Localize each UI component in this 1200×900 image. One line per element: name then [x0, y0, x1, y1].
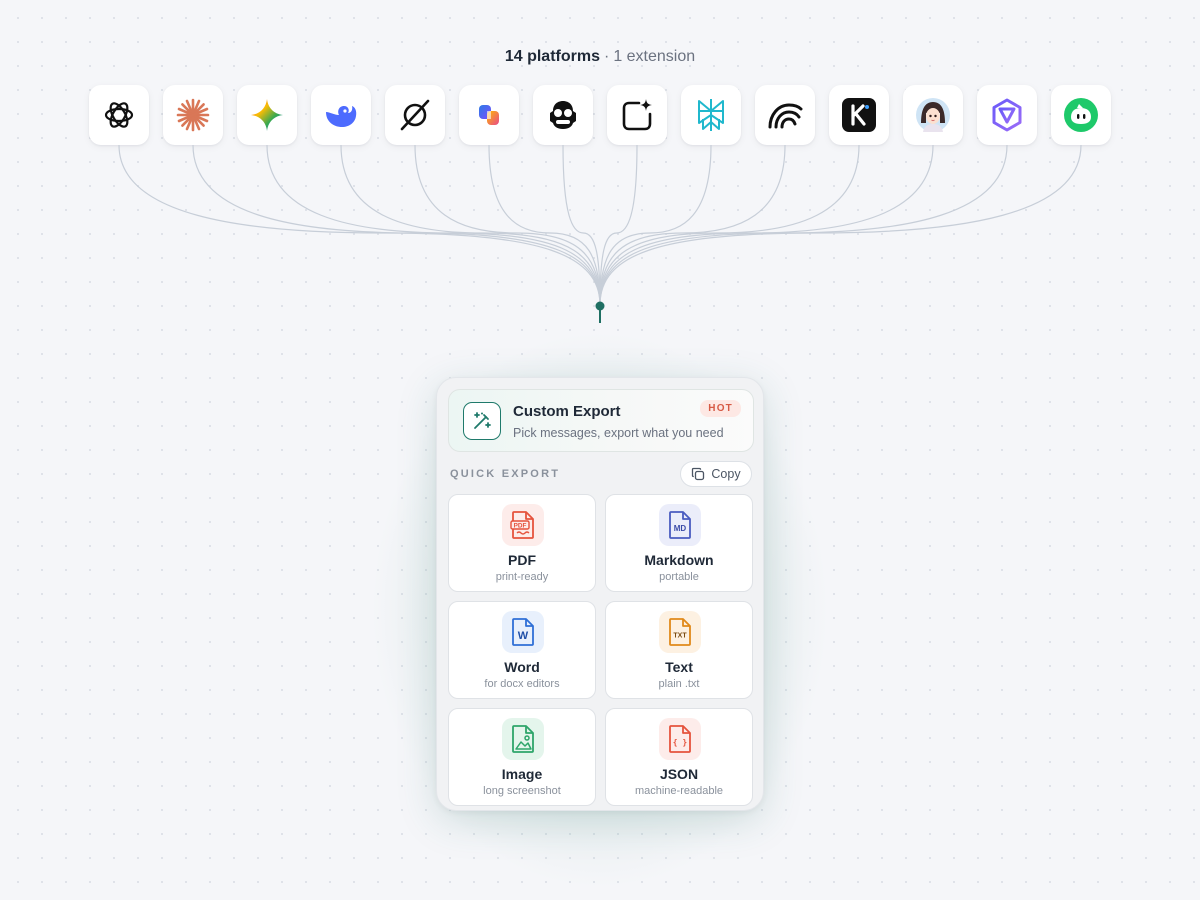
platform-row [89, 85, 1111, 145]
grok-icon [400, 99, 430, 131]
custom-export-subtitle: Pick messages, export what you need [513, 426, 724, 440]
format-desc: plain .txt [658, 678, 700, 690]
markdown-icon: MD [659, 504, 701, 546]
avatar-icon [916, 98, 950, 132]
gemini-icon [251, 99, 283, 131]
connector-line [599, 145, 1008, 306]
platform-tile-claude[interactable] [163, 85, 223, 145]
connector-line [599, 145, 712, 306]
custom-export-button[interactable]: Custom Export Pick messages, export what… [448, 389, 754, 452]
headline: 14 platforms · 1 extension [0, 48, 1200, 66]
copy-label: Copy [711, 467, 741, 481]
svg-text:W: W [518, 630, 529, 642]
connector-line [599, 145, 934, 306]
kimi-icon [842, 98, 876, 132]
format-desc: machine-readable [634, 785, 724, 797]
svg-text:PDF: PDF [514, 522, 527, 529]
export-card-json[interactable]: { } JSON machine-readable [605, 708, 753, 806]
platform-tile-perplexity[interactable] [681, 85, 741, 145]
export-card-text[interactable]: TXT Text plain .txt [605, 601, 753, 699]
svg-text:MD: MD [674, 524, 687, 533]
pdf-icon: PDF [502, 504, 544, 546]
format-desc: for docx editors [484, 678, 560, 690]
deepseek-icon [326, 106, 357, 127]
format-desc: print-ready [495, 571, 549, 583]
connector-line [488, 145, 601, 306]
quick-export-label: QUICK EXPORT [450, 468, 561, 480]
format-name: Markdown [644, 552, 714, 568]
connector-tree [118, 145, 1082, 323]
json-icon: { } [659, 718, 701, 760]
sparkle-square-icon [622, 99, 652, 131]
platform-tile-arcs[interactable] [755, 85, 815, 145]
connector-line [192, 145, 601, 306]
image-icon [502, 718, 544, 760]
qwen-icon [992, 98, 1022, 132]
export-card-pdf[interactable]: PDF PDF print-ready [448, 494, 596, 592]
platform-tile-avatar[interactable] [903, 85, 963, 145]
platform-tile-grok[interactable] [385, 85, 445, 145]
connector-line [118, 145, 601, 306]
txt-icon: TXT [659, 611, 701, 653]
format-name: Word [504, 659, 540, 675]
svg-text:TXT: TXT [673, 633, 687, 640]
connector-line [599, 145, 786, 306]
claude-icon [176, 98, 210, 132]
export-card-word[interactable]: W Word for docx editors [448, 601, 596, 699]
export-card-image[interactable]: Image long screenshot [448, 708, 596, 806]
platform-tile-green-bot[interactable] [1051, 85, 1111, 145]
openai-icon [104, 102, 134, 128]
format-name: JSON [659, 766, 699, 782]
hot-badge: HOT [700, 400, 741, 417]
green-bot-icon [1064, 98, 1098, 132]
connector-line [599, 145, 860, 306]
platform-tile-gemini[interactable] [237, 85, 297, 145]
svg-text:{ }: { } [673, 738, 688, 747]
extension-count: 1 extension [613, 48, 696, 65]
export-panel: Custom Export Pick messages, export what… [436, 377, 764, 811]
headline-separator: · [603, 48, 610, 65]
copy-icon [692, 467, 705, 481]
format-desc: long screenshot [483, 785, 561, 797]
word-icon: W [502, 611, 544, 653]
connector-line [599, 145, 1082, 306]
platform-tile-qwen[interactable] [977, 85, 1037, 145]
copilot-icon [479, 105, 499, 125]
platform-tile-robot[interactable] [533, 85, 593, 145]
platform-tile-copilot[interactable] [459, 85, 519, 145]
platform-tile-sparkle[interactable] [607, 85, 667, 145]
platform-count: 14 platforms [504, 48, 600, 65]
copy-button[interactable]: Copy [680, 461, 752, 487]
format-name: PDF [508, 552, 536, 568]
connector-line [340, 145, 601, 306]
platform-tile-deepseek[interactable] [311, 85, 371, 145]
custom-export-title: Custom Export [513, 403, 621, 420]
magic-wand-icon [463, 402, 501, 440]
robot-icon [550, 101, 576, 129]
connector-line [414, 145, 601, 306]
connector-node [595, 301, 605, 311]
format-name: Text [665, 659, 693, 675]
arcs-icon [768, 103, 803, 129]
perplexity-icon [698, 99, 724, 131]
connector-line [266, 145, 601, 306]
platform-tile-openai[interactable] [89, 85, 149, 145]
platform-tile-kimi[interactable] [829, 85, 889, 145]
export-card-markdown[interactable]: MD Markdown portable [605, 494, 753, 592]
format-name: Image [501, 766, 543, 782]
format-desc: portable [659, 571, 699, 583]
